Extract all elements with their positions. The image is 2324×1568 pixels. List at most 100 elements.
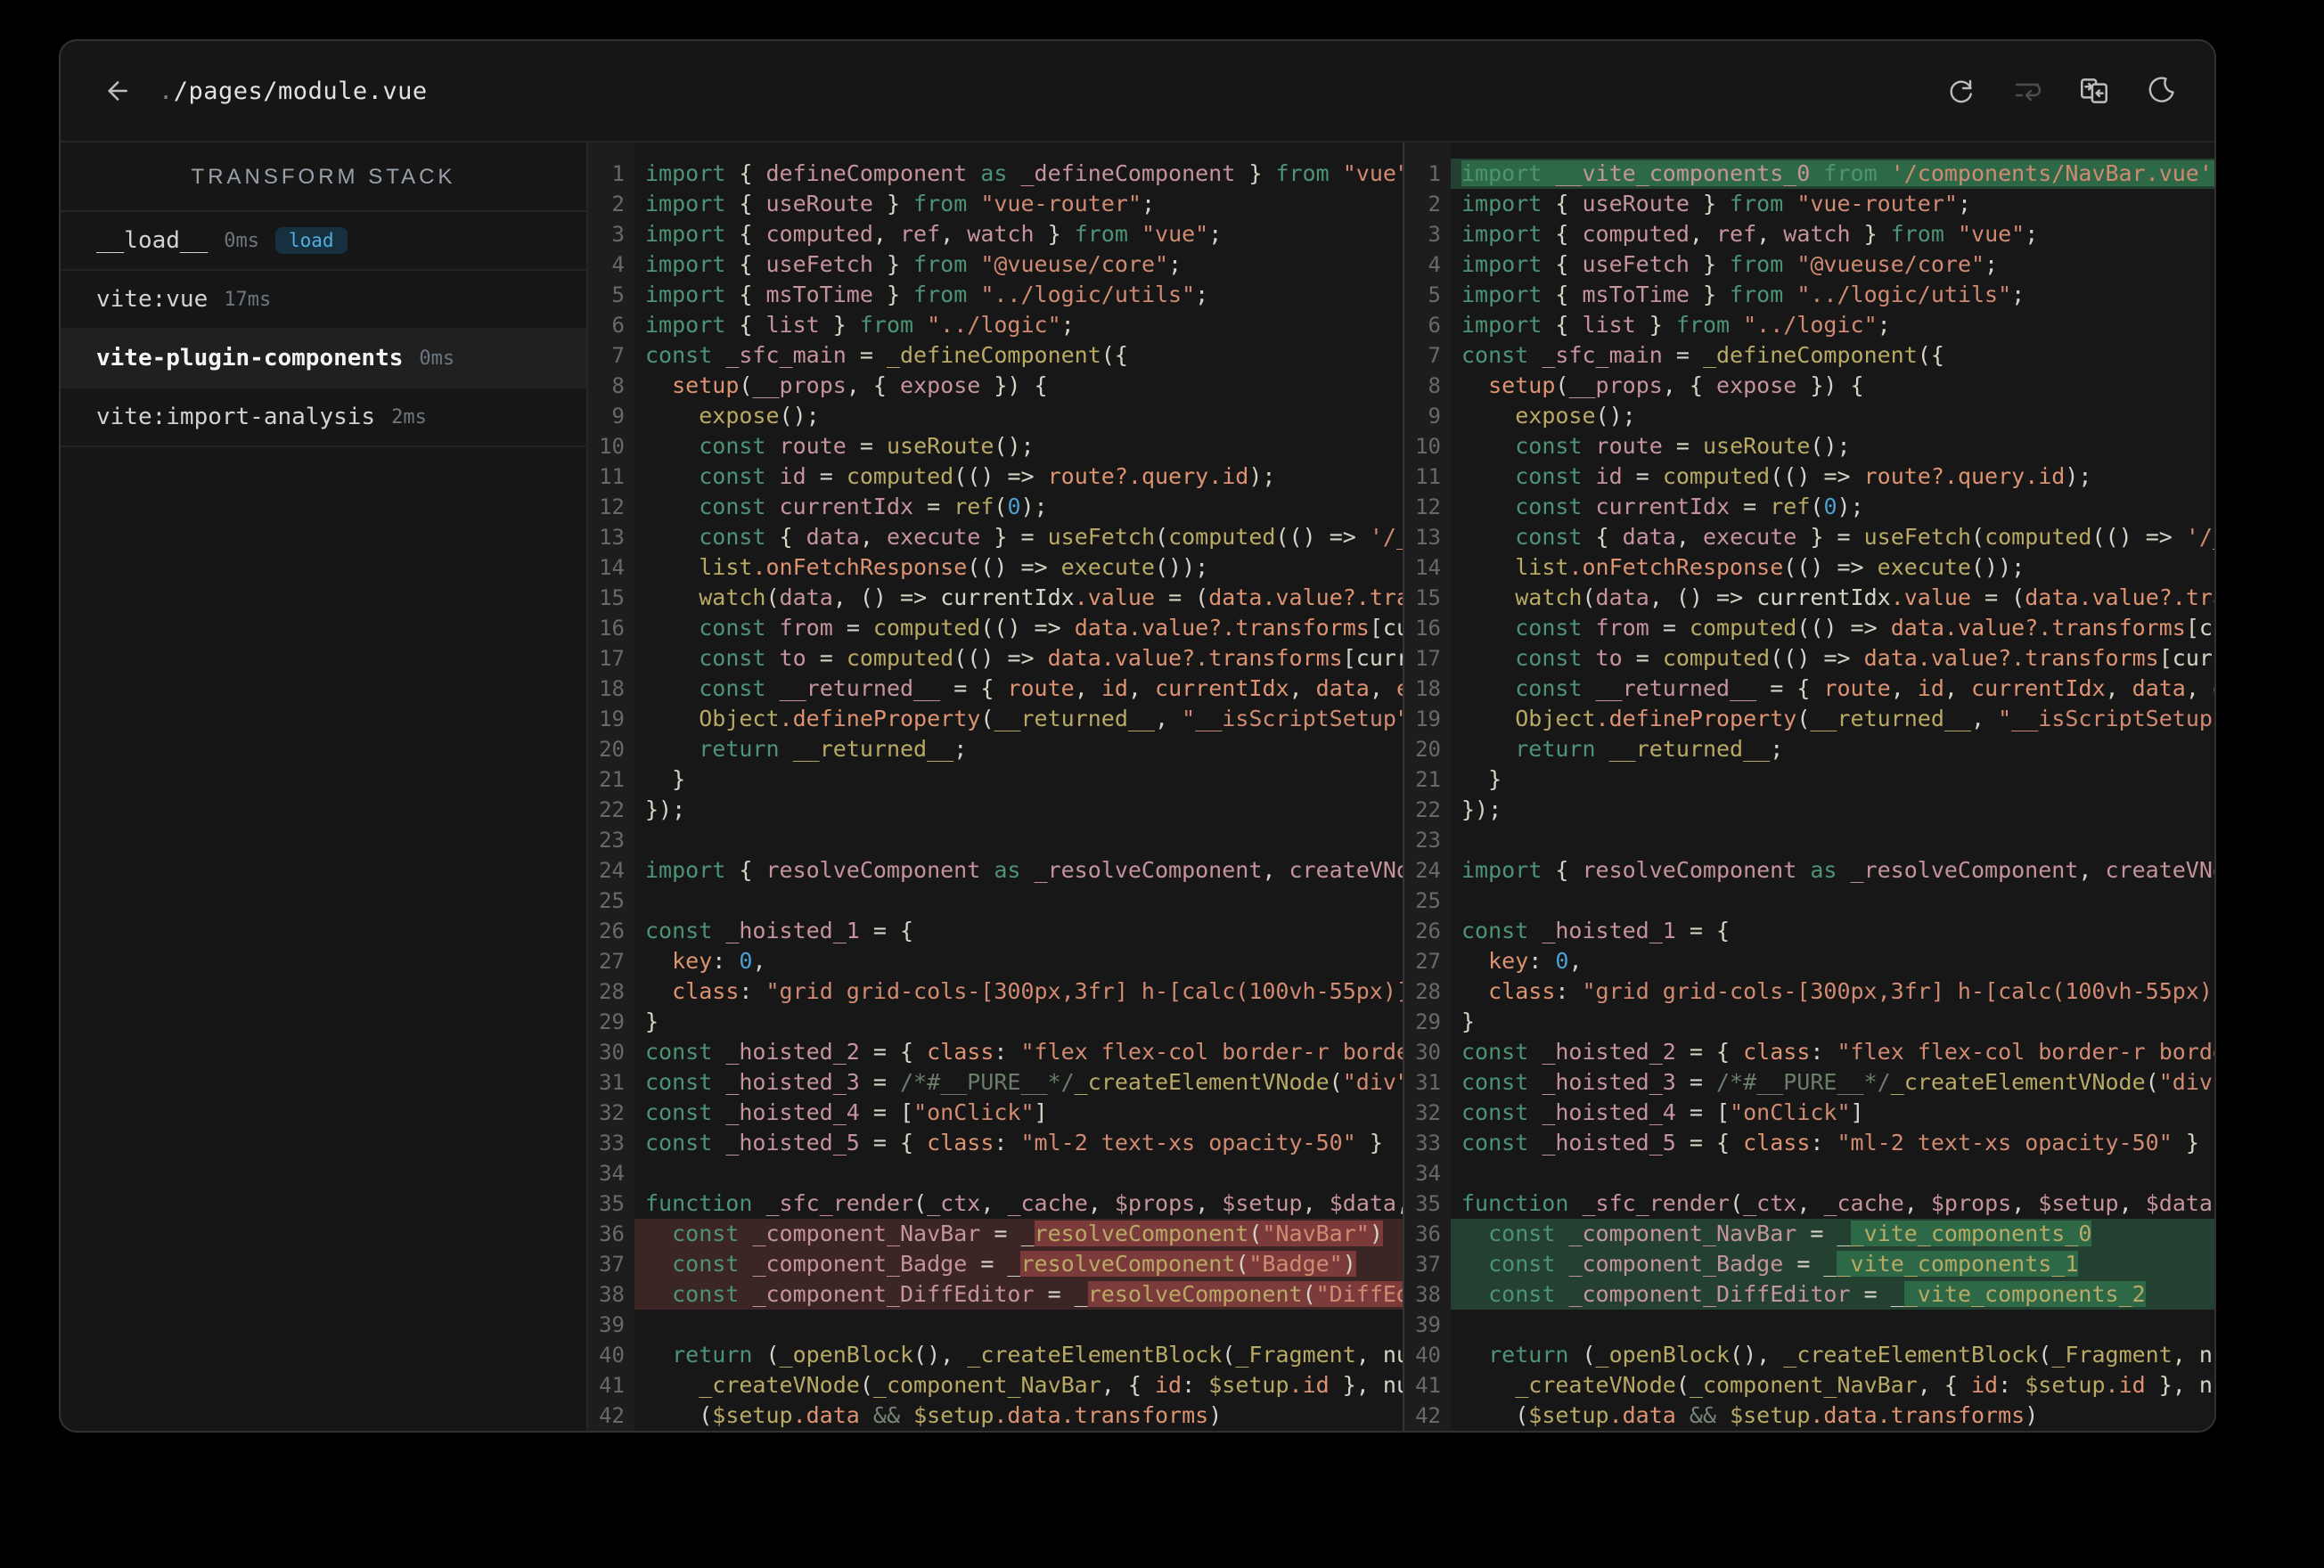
code-line-content: });	[1461, 796, 1502, 822]
code-line-content	[634, 1158, 1403, 1188]
code-line: 30 const _hoisted_2 = { class: "flex flex…	[588, 1037, 1403, 1067]
code-line-content: return (_openBlock(), _createElementBloc…	[672, 1342, 1403, 1368]
code-line-content: setup(__props, { expose }) {	[1488, 372, 1864, 398]
line-number: 38	[1404, 1279, 1451, 1310]
line-number: 13	[1404, 522, 1451, 552]
code-line: 13 const { data, execute } = useFetch(co…	[1404, 522, 2214, 552]
code-line: 42 ($setup.data && $setup.data.transform…	[1404, 1401, 2214, 1431]
code-line: 24 import { resolveComponent as _resolveC…	[1404, 855, 2214, 886]
code-line: 36 const _component_NavBar = _resolveCom…	[588, 1219, 1403, 1249]
code-line: 14 list.onFetchResponse(() => execute())…	[1404, 552, 2214, 583]
code-line: 36 const _component_NavBar = __vite_comp…	[1404, 1219, 2214, 1249]
code-line: 26 const _hoisted_1 = {	[1404, 916, 2214, 946]
line-number: 20	[1404, 734, 1451, 764]
code-line-content	[634, 1310, 1403, 1340]
line-number: 35	[1404, 1188, 1451, 1219]
code-line: 28 class: "grid grid-cols-[300px,3fr] h-…	[588, 976, 1403, 1007]
line-number: 7	[1404, 340, 1451, 371]
code-line: 11 const id = computed(() => route?.quer…	[588, 461, 1403, 492]
code-line: 9 expose();	[1404, 401, 2214, 431]
code-line-content: const _sfc_main = _defineComponent({	[1461, 342, 1944, 368]
code-line-content: const currentIdx = ref(0);	[1515, 494, 1864, 519]
line-number: 2	[588, 189, 634, 219]
transform-stack-title: TRANSFORM STACK	[61, 143, 586, 212]
line-number: 22	[588, 795, 634, 825]
code-line: 34	[588, 1158, 1403, 1188]
inspector-window: ./pages/module.vue TRANSFORM STACK __loa…	[59, 39, 2216, 1433]
code-line: 1 import { defineComponent as _defineComp…	[588, 159, 1403, 189]
line-number: 27	[1404, 946, 1451, 976]
line-number: 20	[588, 734, 634, 764]
code-line-content: const id = computed(() => route?.query.i…	[1515, 463, 2092, 489]
sidebar-item-vite-vue[interactable]: vite:vue 17ms	[61, 271, 586, 330]
line-number: 1	[1404, 159, 1451, 189]
line-number: 29	[1404, 1007, 1451, 1037]
line-number: 39	[588, 1310, 634, 1340]
line-number: 33	[588, 1128, 634, 1158]
back-button[interactable]	[98, 74, 132, 108]
plugin-duration: 0ms	[224, 229, 259, 252]
code-line: 41 _createVNode(_component_NavBar, { id:…	[588, 1370, 1403, 1401]
line-number: 15	[1404, 583, 1451, 613]
main-body: TRANSFORM STACK __load__ 0ms load vite:vue 1…	[61, 143, 2214, 1431]
code-line-content: ($setup.data && $setup.data.transforms)	[1461, 1402, 2039, 1428]
code-line-content: }	[645, 1009, 659, 1034]
code-line: 18 const __returned__ = { route, id, cur…	[1404, 674, 2214, 704]
transform-stack-list: __load__ 0ms load vite:vue 17ms vite-plugin-c…	[61, 212, 586, 447]
line-number: 37	[1404, 1249, 1451, 1279]
plugin-duration: 17ms	[224, 288, 272, 311]
code-line-content: return __returned__;	[1515, 736, 1784, 762]
code-line: 6 import { list } from "../logic";	[1404, 310, 2214, 340]
code-line: 2 import { useRoute } from "vue-router";	[1404, 189, 2214, 219]
line-number: 6	[588, 310, 634, 340]
diff-view-icon	[2081, 78, 2107, 103]
diff-view-button[interactable]	[2077, 74, 2111, 108]
code-line: 7 const _sfc_main = _defineComponent({	[588, 340, 1403, 371]
code-line-content: const _component_Badge = _resolveCompone…	[634, 1249, 1403, 1279]
code-line-content: const _hoisted_2 = { class: "flex flex-c…	[1461, 1039, 2214, 1065]
code-line: 10 const route = useRoute();	[588, 431, 1403, 461]
code-line: 13 const { data, execute } = useFetch(co…	[588, 522, 1403, 552]
code-line: 3 import { computed, ref, watch } from "v…	[1404, 219, 2214, 249]
code-line: 20 return __returned__;	[1404, 734, 2214, 764]
code-line: 17 const to = computed(() => data.value?…	[1404, 643, 2214, 674]
line-number: 16	[588, 613, 634, 643]
line-number: 40	[588, 1340, 634, 1370]
title-dot: .	[159, 77, 174, 105]
code-panel-after[interactable]: 1 import __vite_components_0 from '/compo…	[1404, 143, 2214, 1431]
line-number: 32	[1404, 1098, 1451, 1128]
sidebar-item-vite-import-analysis[interactable]: vite:import-analysis 2ms	[61, 388, 586, 447]
code-line-content: key: 0,	[1488, 948, 1583, 974]
code-line-content: const _hoisted_5 = { class: "ml-2 text-x…	[1461, 1130, 2199, 1156]
code-line-content: import { defineComponent as _defineCompo…	[645, 160, 1403, 186]
code-line-content: watch(data, () => currentIdx.value = (da…	[699, 584, 1403, 610]
code-line: 2 import { useRoute } from "vue-router";	[588, 189, 1403, 219]
code-line-content: const to = computed(() => data.value?.tr…	[699, 645, 1403, 671]
line-number: 21	[588, 764, 634, 795]
code-line-content	[1451, 825, 2214, 855]
line-number: 29	[588, 1007, 634, 1037]
code-line-content: key: 0,	[672, 948, 766, 974]
line-wrap-button[interactable]	[2011, 75, 2043, 107]
code-line: 35 function _sfc_render(_ctx, _cache, $pr…	[588, 1188, 1403, 1219]
code-line: 42 ($setup.data && $setup.data.transform…	[588, 1401, 1403, 1431]
line-number: 24	[588, 855, 634, 886]
moon-icon	[2148, 77, 2174, 102]
sidebar-item-vite-plugin-components[interactable]: vite-plugin-components 0ms	[61, 330, 586, 388]
sidebar-item--load-[interactable]: __load__ 0ms load	[61, 212, 586, 271]
line-number: 31	[1404, 1067, 1451, 1098]
refresh-button[interactable]	[1945, 75, 1977, 107]
code-line: 17 const to = computed(() => data.value?…	[588, 643, 1403, 674]
line-number: 23	[1404, 825, 1451, 855]
code-line: 11 const id = computed(() => route?.quer…	[1404, 461, 2214, 492]
dark-mode-button[interactable]	[2145, 75, 2177, 107]
arrow-left-icon	[108, 81, 127, 101]
code-panel-before[interactable]: 1 import { defineComponent as _defineComp…	[588, 143, 1404, 1431]
code-line: 35 function _sfc_render(_ctx, _cache, $pr…	[1404, 1188, 2214, 1219]
code-line-content: list.onFetchResponse(() => execute());	[699, 554, 1209, 580]
header: ./pages/module.vue	[61, 41, 2214, 143]
line-number: 31	[588, 1067, 634, 1098]
code-line-content: const { data, execute } = useFetch(compu…	[699, 524, 1403, 550]
line-number: 4	[588, 249, 634, 280]
line-number: 38	[588, 1279, 634, 1310]
